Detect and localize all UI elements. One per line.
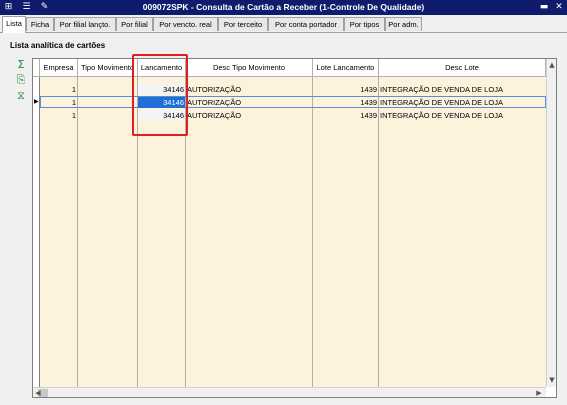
tab-por-conta-portador[interactable]: Por conta portador xyxy=(268,17,344,31)
close-icon[interactable]: ✕ xyxy=(553,2,565,13)
grid-body: Empresa Tipo Movimento Lancamento Desc T… xyxy=(33,59,546,387)
scroll-left-icon[interactable]: ◀ xyxy=(33,388,43,397)
cell-desc-lote: INTEGRAÇÃO DE VENDA DE LOJA xyxy=(380,111,503,120)
cell-empresa: 1 xyxy=(71,98,76,107)
tab-strip: Lista Ficha Por filial lançto. Por filia… xyxy=(0,16,567,33)
cell-lote-lancamento: 1439 xyxy=(360,111,377,120)
tab-por-tipos[interactable]: Por tipos xyxy=(344,17,385,31)
horizontal-scrollbar[interactable]: ◀ ▶ xyxy=(33,387,546,397)
current-row-indicator-icon: ▶ xyxy=(34,98,39,105)
cell-desc-tipo-movimento: AUTORIZAÇÃO xyxy=(187,98,242,107)
tab-ficha[interactable]: Ficha xyxy=(26,17,54,31)
cell-tipo-movimento xyxy=(78,110,137,121)
scroll-down-icon[interactable]: ▼ xyxy=(547,375,556,385)
tab-por-filial-lancto[interactable]: Por filial lançto. xyxy=(54,17,116,31)
grid-line xyxy=(378,77,379,387)
column-header-empresa[interactable]: Empresa xyxy=(40,59,78,77)
cell-lote-lancamento: 1439 xyxy=(360,98,377,107)
tab-lista[interactable]: Lista xyxy=(2,16,26,33)
filter-icon[interactable]: ⧖ xyxy=(15,90,27,102)
window-title: 009072SPK - Consulta de Cartão a Receber… xyxy=(142,2,425,12)
cell-desc-lote: INTEGRAÇÃO DE VENDA DE LOJA xyxy=(380,98,503,107)
cell-desc-lote: INTEGRAÇÃO DE VENDA DE LOJA xyxy=(380,85,503,94)
tab-por-vencto-real[interactable]: Por vencto. real xyxy=(153,17,218,31)
column-header-tipo-movimento[interactable]: Tipo Movimento xyxy=(78,59,138,77)
column-header-lote-lancamento[interactable]: Lote Lancamento xyxy=(313,59,379,77)
scroll-up-icon[interactable]: ▲ xyxy=(547,60,556,70)
tab-por-filial[interactable]: Por filial xyxy=(116,17,153,31)
cell-empresa: 1 xyxy=(71,111,76,120)
sum-icon[interactable]: Σ xyxy=(15,59,27,71)
grid-line xyxy=(312,77,313,387)
cell-desc-tipo-movimento: AUTORIZAÇÃO xyxy=(187,85,242,94)
grid-corner xyxy=(33,59,40,77)
highlight-box xyxy=(132,54,188,136)
vertical-scrollbar[interactable]: ▲ ▼ xyxy=(546,59,556,387)
tab-por-terceito[interactable]: Por terceito xyxy=(218,17,268,31)
cell-tipo-movimento xyxy=(78,97,137,108)
grid-line xyxy=(77,77,78,387)
minimize-icon[interactable]: ▬ xyxy=(538,2,550,13)
cell-desc-tipo-movimento: AUTORIZAÇÃO xyxy=(187,111,242,120)
export-icon[interactable]: ⎘ xyxy=(15,74,27,86)
section-title: Lista analítica de cartões xyxy=(10,41,106,50)
tab-por-adm[interactable]: Por adm. xyxy=(385,17,422,31)
cell-tipo-movimento xyxy=(78,84,137,95)
row-indicator-column xyxy=(33,77,40,387)
scroll-right-icon[interactable]: ▶ xyxy=(534,388,544,397)
title-bar: ⊞ ☰ ✎ 009072SPK - Consulta de Cartão a R… xyxy=(0,0,567,15)
cell-empresa: 1 xyxy=(71,85,76,94)
cell-lote-lancamento: 1439 xyxy=(360,85,377,94)
data-grid[interactable]: Empresa Tipo Movimento Lancamento Desc T… xyxy=(32,58,557,398)
column-header-desc-lote[interactable]: Desc Lote xyxy=(379,59,546,77)
column-header-desc-tipo-movimento[interactable]: Desc Tipo Movimento xyxy=(186,59,313,77)
